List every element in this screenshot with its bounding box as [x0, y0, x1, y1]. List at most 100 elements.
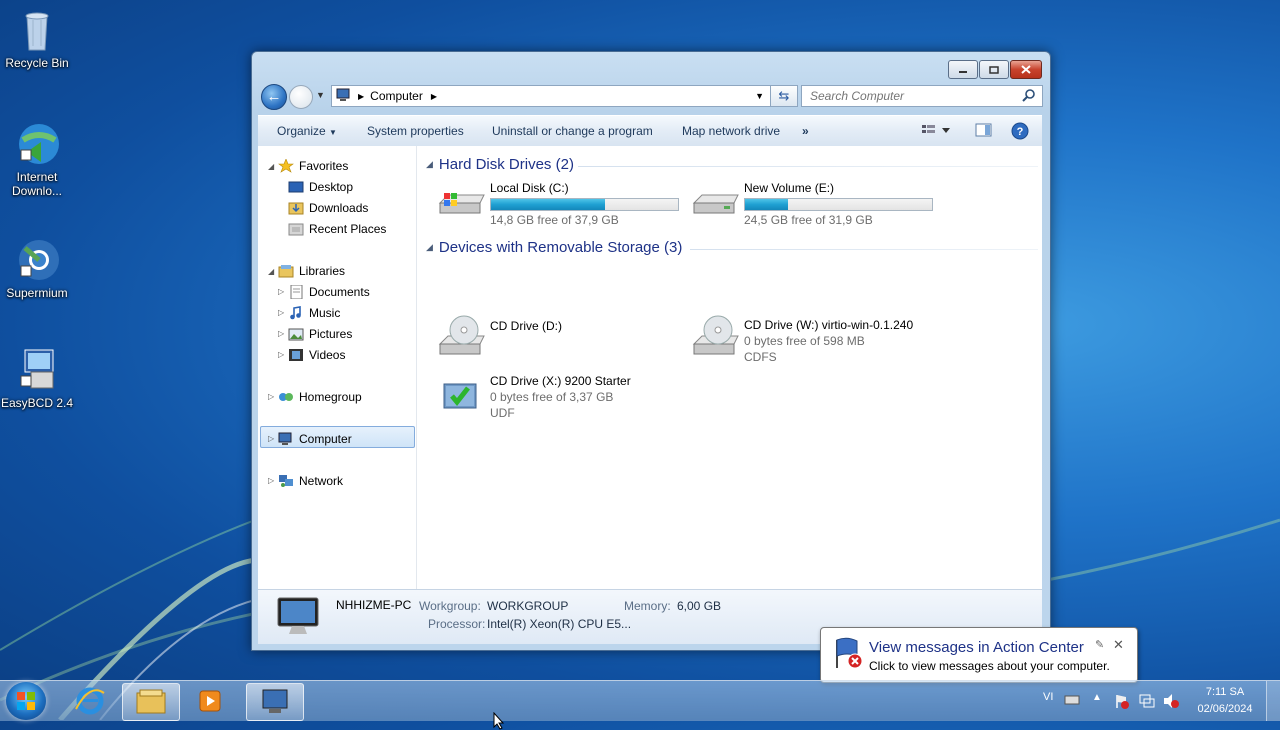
close-balloon-icon[interactable]: ✕ [1113, 637, 1124, 653]
address-row: ← ▼ ▶ Computer ▶ ▼ ⇆ [260, 82, 1043, 110]
desktop-icon-label: Recycle Bin [5, 56, 69, 70]
nav-videos[interactable]: Videos [288, 345, 345, 365]
show-desktop-button[interactable] [1266, 681, 1280, 721]
search-input[interactable] [808, 88, 1022, 104]
drive-c[interactable]: Local Disk (C:) 14,8 GB free of 37,9 GB [436, 181, 686, 227]
expand-libraries-icon[interactable]: ◢ [268, 267, 274, 276]
history-dropdown-icon[interactable]: ▼ [316, 90, 325, 100]
desktop-icon-label: Supermium [6, 286, 68, 300]
system-properties-button[interactable]: System properties [367, 124, 464, 138]
close-button[interactable] [1010, 60, 1042, 79]
taskbar-computer-window[interactable] [246, 683, 304, 721]
nav-desktop[interactable]: Desktop [288, 177, 353, 197]
pin-icon[interactable]: ✎ [1095, 638, 1104, 651]
collapse-group-icon: ◢ [426, 242, 433, 252]
nav-label: Documents [309, 285, 370, 299]
minimize-button[interactable] [948, 60, 978, 79]
search-icon[interactable] [1022, 88, 1036, 105]
breadcrumb-separator-icon[interactable]: ▶ [358, 92, 364, 101]
show-hidden-icons-icon[interactable]: ▲ [1092, 692, 1102, 703]
chevron-down-icon: ▼ [329, 128, 337, 137]
breadcrumb-computer[interactable]: Computer [370, 89, 423, 103]
organize-button[interactable]: Organize ▼ [277, 124, 337, 138]
help-icon[interactable]: ? [1011, 122, 1029, 143]
clock-date[interactable]: 02/06/2024 [1190, 703, 1260, 715]
nav-label: Computer [299, 432, 352, 446]
documents-icon [288, 284, 304, 300]
map-network-drive-button[interactable]: Map network drive [682, 124, 780, 138]
desktop-icon-easybcd[interactable]: EasyBCD 2.4 [0, 346, 74, 410]
memory-label: Memory: [624, 599, 671, 613]
expand-documents-icon[interactable]: ▷ [278, 287, 284, 296]
taskbar-internet-explorer[interactable] [62, 683, 118, 719]
recent-places-icon [288, 222, 304, 236]
folder-icon [136, 689, 166, 714]
command-bar: Organize ▼ System properties Uninstall o… [258, 115, 1042, 147]
recycle-bin-icon [13, 6, 61, 54]
expand-homegroup-icon[interactable]: ▷ [268, 392, 274, 401]
change-view-icon[interactable] [922, 123, 952, 140]
group-header-hard-disks[interactable]: ◢ Hard Disk Drives (2) [426, 156, 574, 173]
action-center-flag-icon [831, 636, 865, 673]
expand-music-icon[interactable]: ▷ [278, 308, 284, 317]
address-dropdown-icon[interactable]: ▼ [755, 91, 764, 101]
computer-small-icon [336, 88, 352, 105]
processor-value: Intel(R) Xeon(R) CPU E5... [487, 617, 632, 631]
keyboard-icon[interactable] [1064, 694, 1080, 709]
drive-e[interactable]: New Volume (E:) 24,5 GB free of 31,9 GB [690, 181, 940, 227]
preview-pane-icon[interactable] [975, 123, 993, 140]
more-commands-button[interactable]: » [802, 124, 809, 138]
start-button[interactable] [6, 682, 46, 720]
drive-d[interactable]: CD Drive (D:) [436, 315, 686, 370]
clock-time[interactable]: 7:11 SA [1190, 686, 1260, 698]
nav-music[interactable]: Music [288, 303, 340, 323]
expand-computer-icon[interactable]: ▷ [268, 434, 274, 443]
nav-favorites[interactable]: Favorites [278, 156, 348, 176]
drive-x[interactable]: CD Drive (X:) 9200 Starter 0 bytes free … [436, 374, 686, 420]
expand-pictures-icon[interactable]: ▷ [278, 329, 284, 338]
refresh-button[interactable]: ⇆ [770, 85, 798, 107]
explorer-window: ← ▼ ▶ Computer ▶ ▼ ⇆ Organize ▼ System p… [251, 51, 1051, 651]
nav-computer[interactable]: Computer [278, 429, 352, 449]
drive-filesystem: UDF [490, 406, 515, 420]
group-title: Devices with Removable Storage (3) [438, 239, 683, 256]
nav-libraries[interactable]: Libraries [278, 261, 345, 281]
group-divider [690, 249, 1038, 250]
address-bar[interactable]: ▶ Computer ▶ ▼ [331, 85, 797, 107]
action-center-balloon[interactable]: View messages in Action Center Click to … [820, 627, 1138, 683]
videos-icon [288, 348, 304, 362]
expand-favorites-icon[interactable]: ◢ [268, 162, 274, 171]
computer-icon [262, 689, 288, 713]
network-tray-icon[interactable] [1138, 693, 1156, 712]
hard-drive-icon [690, 185, 740, 222]
taskbar-media-player[interactable] [182, 683, 238, 719]
media-player-icon [199, 690, 221, 712]
desktop-icon-internet-download-manager[interactable]: Internet Downlo... [0, 120, 74, 198]
cd-drive-icon [436, 314, 486, 363]
action-center-tray-icon[interactable] [1114, 693, 1130, 712]
group-header-removable[interactable]: ◢ Devices with Removable Storage (3) [426, 239, 682, 256]
desktop-icon-supermium[interactable]: Supermium [0, 236, 74, 300]
nav-recent-places[interactable]: Recent Places [288, 219, 386, 239]
breadcrumb-chevron-icon[interactable]: ▶ [431, 92, 437, 101]
language-indicator[interactable]: VI [1043, 691, 1053, 703]
drive-w[interactable]: CD Drive (W:) virtio-win-0.1.240 0 bytes… [690, 315, 970, 364]
uninstall-program-button[interactable]: Uninstall or change a program [492, 124, 653, 138]
desktop-icon-label: Internet Downlo... [11, 170, 63, 198]
drive-name: CD Drive (D:) [490, 319, 562, 333]
nav-network[interactable]: Network [278, 471, 343, 491]
nav-downloads[interactable]: Downloads [288, 198, 368, 218]
volume-muted-icon[interactable] [1162, 693, 1180, 712]
forward-button[interactable] [289, 85, 313, 109]
expand-network-icon[interactable]: ▷ [268, 476, 274, 485]
taskbar-explorer[interactable] [122, 683, 180, 721]
windows-logo-icon [17, 692, 35, 710]
nav-documents[interactable]: Documents [288, 282, 370, 302]
desktop-icon-recycle-bin[interactable]: Recycle Bin [0, 6, 74, 70]
nav-homegroup[interactable]: Homegroup [278, 387, 362, 407]
nav-pictures[interactable]: Pictures [288, 324, 352, 344]
expand-videos-icon[interactable]: ▷ [278, 350, 284, 359]
nav-label: Libraries [299, 264, 346, 278]
maximize-button[interactable] [979, 60, 1009, 79]
back-button[interactable]: ← [261, 84, 287, 110]
